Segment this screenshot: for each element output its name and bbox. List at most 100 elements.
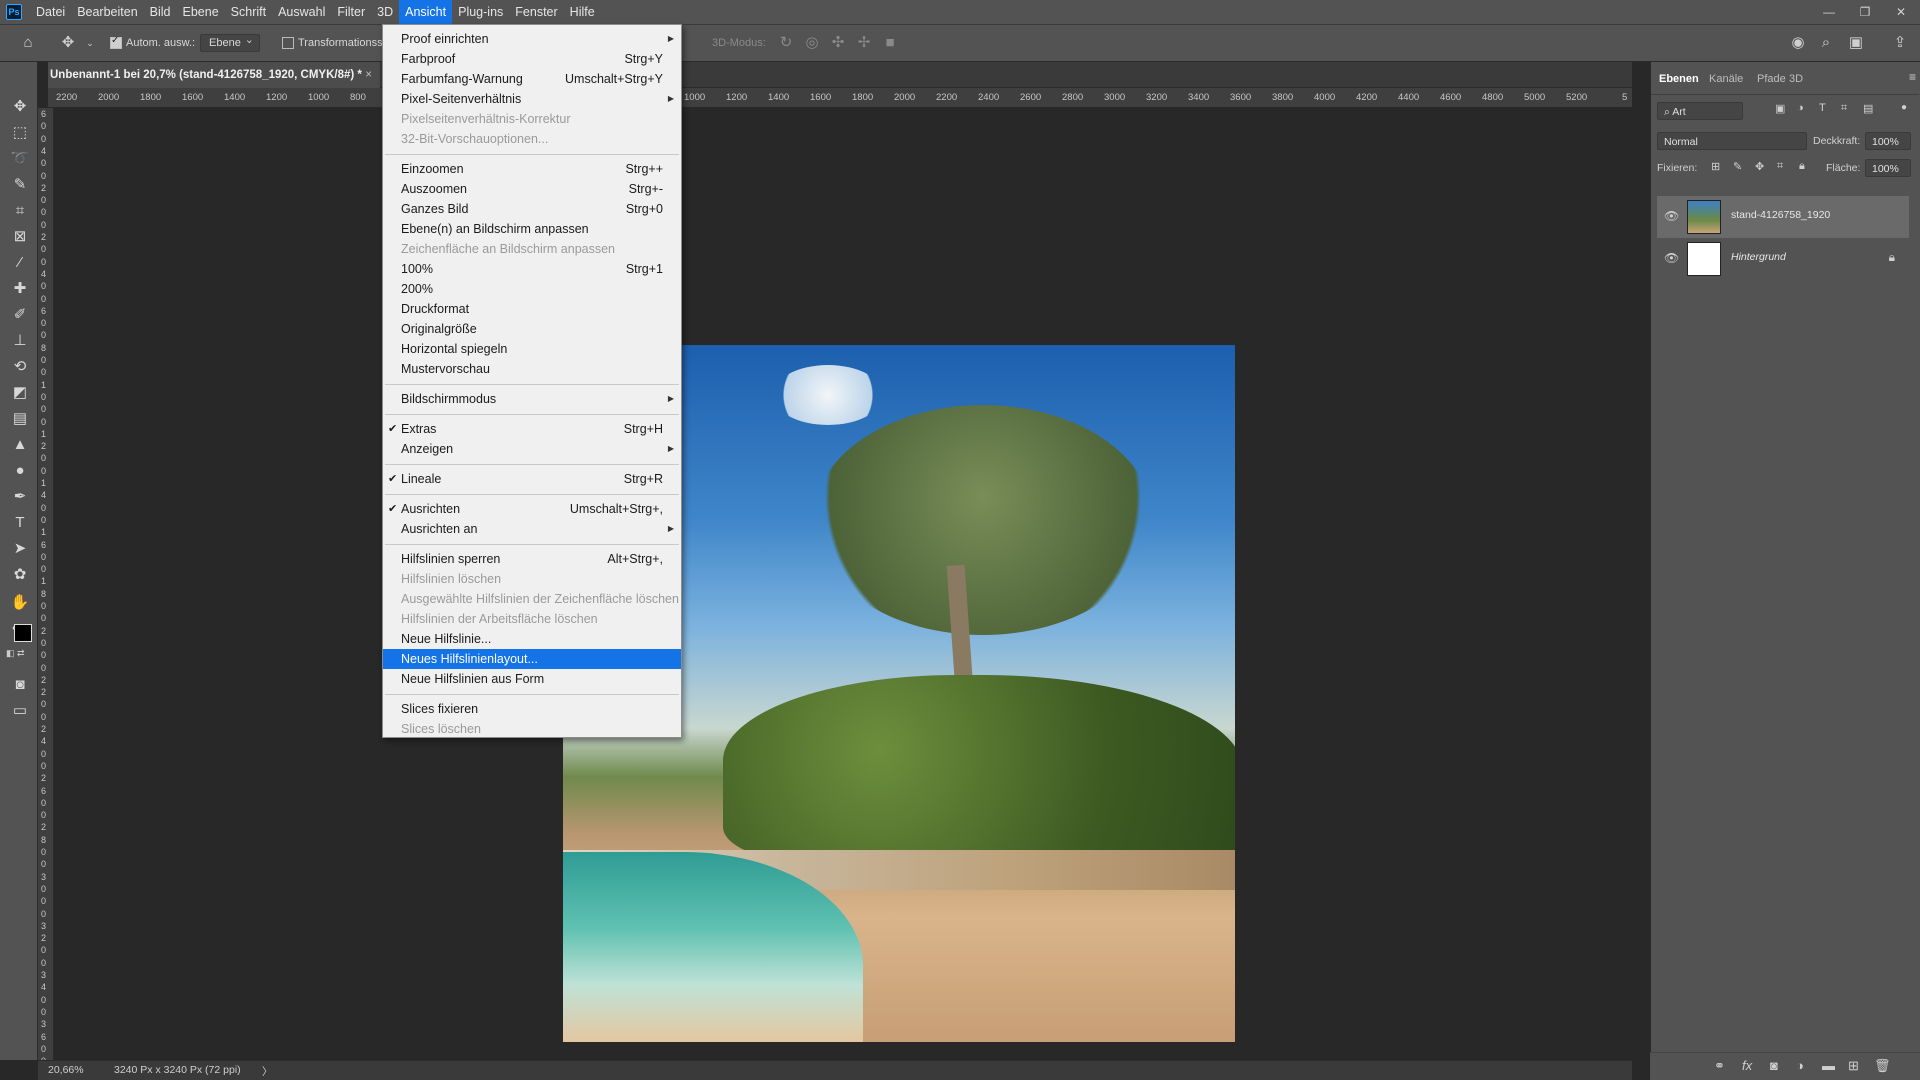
menu-ebene[interactable]: Ebene: [177, 0, 225, 24]
new-group-icon[interactable]: ▬: [1822, 1058, 1835, 1073]
eyedropper-tool-icon[interactable]: ⁄: [9, 252, 31, 274]
menu-item-100[interactable]: 100% Strg+1: [383, 259, 681, 279]
fill-field[interactable]: 100%: [1865, 159, 1911, 177]
tool-preset-chevron-icon[interactable]: ⌄: [80, 33, 100, 53]
pen-tool-icon[interactable]: ✒: [9, 486, 31, 508]
menu-fenster[interactable]: Fenster: [509, 0, 563, 24]
lock-position-icon[interactable]: ✥: [1755, 160, 1764, 173]
frame-tool-icon[interactable]: ⊠: [9, 226, 31, 248]
clone-stamp-tool-icon[interactable]: ⊥: [9, 330, 31, 352]
layer-row[interactable]: 👁︎ stand-4126758_1920: [1657, 196, 1909, 238]
menu-item-auszoomen[interactable]: Auszoomen Strg+-: [383, 179, 681, 199]
shape-tool-icon[interactable]: ✿: [9, 564, 31, 586]
menu-hilfe[interactable]: Hilfe: [564, 0, 601, 24]
menu-datei[interactable]: Datei: [30, 0, 71, 24]
move-tool-icon[interactable]: ✥: [58, 33, 78, 53]
document-tab[interactable]: Unbenannt-1 bei 20,7% (stand-4126758_192…: [48, 62, 380, 88]
menu-item-originalgr-e[interactable]: Originalgröße: [383, 319, 681, 339]
blur-tool-icon[interactable]: ▲: [9, 434, 31, 456]
lock-all-icon[interactable]: 🔒︎: [1799, 160, 1805, 173]
layer-style-icon[interactable]: fx: [1742, 1058, 1752, 1073]
close-window-button[interactable]: ✕: [1886, 0, 1916, 24]
new-layer-icon[interactable]: ⊞: [1848, 1058, 1859, 1074]
restore-button[interactable]: ❐: [1850, 0, 1880, 24]
menu-item-extras[interactable]: ✔ Extras Strg+H: [383, 419, 681, 439]
menu-bearbeiten[interactable]: Bearbeiten: [71, 0, 143, 24]
menu-bild[interactable]: Bild: [144, 0, 177, 24]
close-tab-icon[interactable]: ×: [365, 62, 372, 88]
scale-3d-icon[interactable]: ■: [880, 33, 900, 53]
healing-brush-tool-icon[interactable]: ✚: [9, 278, 31, 300]
filter-adjustment-icon[interactable]: ◑: [1797, 102, 1804, 114]
menu-item-hilfslinien-sperren[interactable]: Hilfslinien sperren Alt+Strg+,: [383, 549, 681, 569]
panel-tab-ebenen[interactable]: Ebenen: [1659, 73, 1699, 85]
layer-row[interactable]: 👁︎ Hintergrund 🔒︎: [1657, 238, 1909, 280]
hand-tool-icon[interactable]: ✋: [9, 592, 31, 614]
menu-item-anzeigen[interactable]: Anzeigen ▶: [383, 439, 681, 459]
layer-mask-icon[interactable]: ◙: [1770, 1058, 1778, 1073]
move-tool-icon[interactable]: ✥: [9, 96, 31, 118]
menu-item-farbproof[interactable]: Farbproof Strg+Y: [383, 49, 681, 69]
ruler-vertical[interactable]: 6004002000200400600800100012001400160018…: [38, 108, 54, 1060]
gradient-tool-icon[interactable]: ▤: [9, 408, 31, 430]
eraser-tool-icon[interactable]: ◩: [9, 382, 31, 404]
slide-3d-icon[interactable]: ✢: [854, 33, 874, 53]
visibility-eye-icon[interactable]: 👁︎: [1664, 209, 1679, 223]
lasso-tool-icon[interactable]: ➰: [9, 148, 31, 170]
roll-3d-icon[interactable]: ◎: [802, 33, 822, 53]
status-menu-arrow-icon[interactable]: 〉: [262, 1064, 273, 1079]
panel-menu-icon[interactable]: ≡: [1909, 70, 1916, 84]
panel-tab-pfade[interactable]: Pfade: [1757, 73, 1786, 85]
path-selection-tool-icon[interactable]: ➤: [9, 538, 31, 560]
crop-tool-icon[interactable]: ⌗: [9, 200, 31, 222]
menu-item-mustervorschau[interactable]: Mustervorschau: [383, 359, 681, 379]
menu-item-horizontal-spiegeln[interactable]: Horizontal spiegeln: [383, 339, 681, 359]
menu-3d[interactable]: 3D: [371, 0, 399, 24]
menu-item-ausrichten-an[interactable]: Ausrichten an ▶: [383, 519, 681, 539]
brush-tool-icon[interactable]: ✐: [9, 304, 31, 326]
learn-icon[interactable]: ◉: [1788, 33, 1808, 53]
menu-item-slices-fixieren[interactable]: Slices fixieren: [383, 699, 681, 719]
blend-mode-dropdown[interactable]: Normal: [1657, 132, 1807, 150]
transform-controls-checkbox[interactable]: Transformationsstrg.: [282, 25, 398, 61]
layer-filter-dropdown[interactable]: ⌕ Art: [1657, 102, 1743, 120]
auto-select-checkbox[interactable]: Autom. ausw.:: [110, 25, 195, 61]
menu-item-druckformat[interactable]: Druckformat: [383, 299, 681, 319]
menu-item-neue-hilfslinien-aus-form[interactable]: Neue Hilfslinien aus Form: [383, 669, 681, 689]
minimize-button[interactable]: —: [1814, 0, 1844, 24]
menu-item-neues-hilfslinienlayout[interactable]: Neues Hilfslinienlayout...: [383, 649, 681, 669]
share-icon[interactable]: ⇪: [1890, 33, 1910, 53]
menu-schrift[interactable]: Schrift: [225, 0, 272, 24]
filter-pixel-icon[interactable]: ▣: [1775, 102, 1785, 115]
menu-item-einzoomen[interactable]: Einzoomen Strg++: [383, 159, 681, 179]
filter-type-icon[interactable]: T: [1819, 102, 1826, 114]
type-tool-icon[interactable]: T: [9, 512, 31, 534]
menu-item-200[interactable]: 200%: [383, 279, 681, 299]
adjustment-layer-icon[interactable]: ◑: [1796, 1058, 1804, 1073]
menu-item-bildschirmmodus[interactable]: Bildschirmmodus ▶: [383, 389, 681, 409]
opacity-field[interactable]: 100%: [1865, 132, 1911, 150]
lock-artboard-icon[interactable]: ⌗: [1777, 160, 1783, 173]
quick-selection-tool-icon[interactable]: ✎: [9, 174, 31, 196]
lock-transparency-icon[interactable]: ⊞: [1711, 160, 1720, 173]
menu-ansicht[interactable]: Ansicht: [399, 0, 453, 24]
workspace-icon[interactable]: ▣: [1846, 33, 1866, 53]
home-icon[interactable]: ⌂: [18, 33, 38, 53]
default-colors-icon[interactable]: ◧ ⇄: [6, 648, 25, 659]
quick-mask-icon[interactable]: ◙: [9, 674, 31, 696]
panel-tab-3d[interactable]: 3D: [1789, 73, 1803, 85]
auto-select-target-dropdown[interactable]: Ebene: [200, 33, 260, 52]
menu-item-ganzes-bild[interactable]: Ganzes Bild Strg+0: [383, 199, 681, 219]
menu-item-lineale[interactable]: ✔ Lineale Strg+R: [383, 469, 681, 489]
menu-item-neue-hilfslinie[interactable]: Neue Hilfslinie...: [383, 629, 681, 649]
link-layers-icon[interactable]: ⚭: [1714, 1058, 1725, 1074]
filter-shape-icon[interactable]: ⌗: [1841, 102, 1847, 115]
marquee-tool-icon[interactable]: ⬚: [9, 122, 31, 144]
canvas-area[interactable]: [54, 108, 1632, 1060]
menu-item-ausrichten[interactable]: ✔ Ausrichten Umschalt+Strg+,: [383, 499, 681, 519]
filter-smartobject-icon[interactable]: ▤: [1863, 102, 1873, 115]
screen-mode-icon[interactable]: ▭: [9, 700, 31, 722]
menu-item-proof-einrichten[interactable]: Proof einrichten ▶: [383, 29, 681, 49]
orbit-3d-icon[interactable]: ↻: [776, 33, 796, 53]
delete-layer-icon[interactable]: 🗑︎: [1874, 1058, 1891, 1074]
